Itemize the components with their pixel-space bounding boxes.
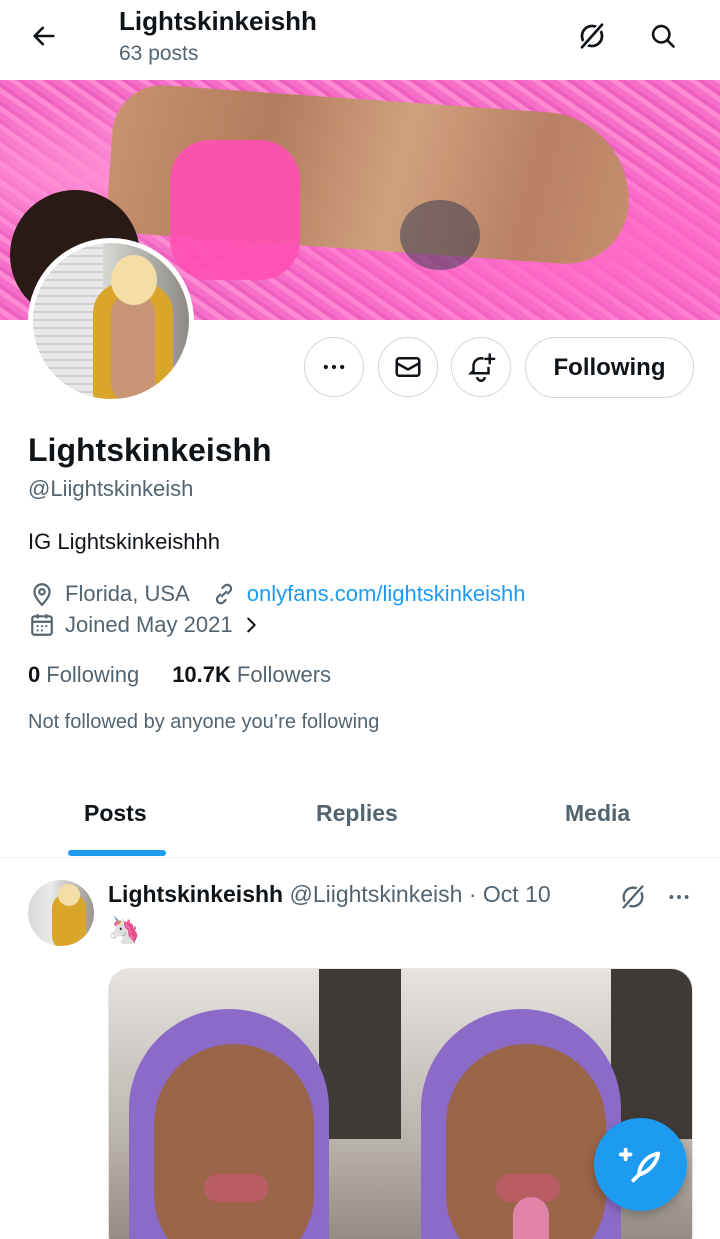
compose-feather-icon	[618, 1147, 660, 1182]
post-more-button[interactable]	[660, 878, 698, 916]
profile-joined-date: Joined May 2021	[65, 612, 233, 637]
arrow-left-icon	[33, 26, 55, 46]
tab-replies[interactable]: Replies	[316, 800, 398, 827]
profile-joined-row[interactable]: Joined May 2021	[28, 611, 274, 639]
envelope-icon	[395, 357, 421, 377]
active-tab-indicator	[68, 850, 166, 856]
header-post-count: 63 posts	[119, 42, 199, 65]
following-button[interactable]: Following	[525, 337, 694, 398]
grok-icon	[579, 22, 605, 50]
back-button[interactable]	[22, 14, 66, 58]
search-button[interactable]	[641, 14, 685, 58]
bell-plus-icon	[467, 353, 496, 382]
profile-location: Florida, USA	[65, 581, 190, 606]
profile-avatar[interactable]	[28, 238, 194, 404]
profile-stats: 0 Following 10.7K Followers	[28, 662, 331, 688]
profile-meta-row: Florida, USA onlyfans.com/lightskinkeish…	[28, 580, 526, 608]
location-pin-icon	[28, 580, 56, 608]
profile-tabs: Posts Replies Media	[0, 780, 720, 858]
post-author-name[interactable]: Lightskinkeishh	[108, 881, 283, 907]
mutual-followers-note: Not followed by anyone you’re following	[28, 711, 380, 733]
post-grok-button[interactable]	[614, 878, 652, 916]
more-horizontal-icon	[323, 364, 345, 370]
profile-handle: @Liightskinkeish	[28, 476, 194, 501]
profile-bio: IG Lightskinkeishhh	[28, 529, 220, 554]
profile-display-name: Lightskinkeishh	[28, 432, 272, 468]
chevron-right-icon	[237, 611, 265, 639]
message-button[interactable]	[378, 337, 438, 397]
post-author-avatar[interactable]	[28, 880, 94, 946]
header-title: Lightskinkeishh	[119, 6, 317, 36]
post-text: 🦄	[108, 915, 141, 945]
link-icon	[210, 580, 238, 608]
compose-button[interactable]	[594, 1118, 687, 1211]
grok-button[interactable]	[570, 14, 614, 58]
calendar-icon	[28, 611, 56, 639]
more-options-button[interactable]	[304, 337, 364, 397]
followers-stat[interactable]: 10.7K Followers	[172, 662, 331, 688]
post-author-handle[interactable]: @Liightskinkeish	[289, 881, 462, 907]
profile-website-link[interactable]: onlyfans.com/lightskinkeishh	[247, 581, 526, 607]
notifications-button[interactable]	[451, 337, 511, 397]
more-horizontal-icon	[669, 895, 689, 899]
search-icon	[651, 24, 675, 48]
tab-posts[interactable]: Posts	[84, 800, 147, 827]
post-media[interactable]	[108, 968, 693, 1239]
post-timestamp[interactable]: Oct 10	[483, 881, 551, 907]
post-header: Lightskinkeishh @Liightskinkeish · Oct 1…	[108, 881, 551, 908]
grok-icon	[621, 884, 645, 910]
following-stat[interactable]: 0 Following	[28, 662, 139, 688]
post-media-image[interactable]	[109, 969, 401, 1239]
tab-media[interactable]: Media	[565, 800, 630, 827]
top-bar: Lightskinkeishh 63 posts	[0, 0, 720, 80]
post-separator: ·	[468, 881, 477, 907]
